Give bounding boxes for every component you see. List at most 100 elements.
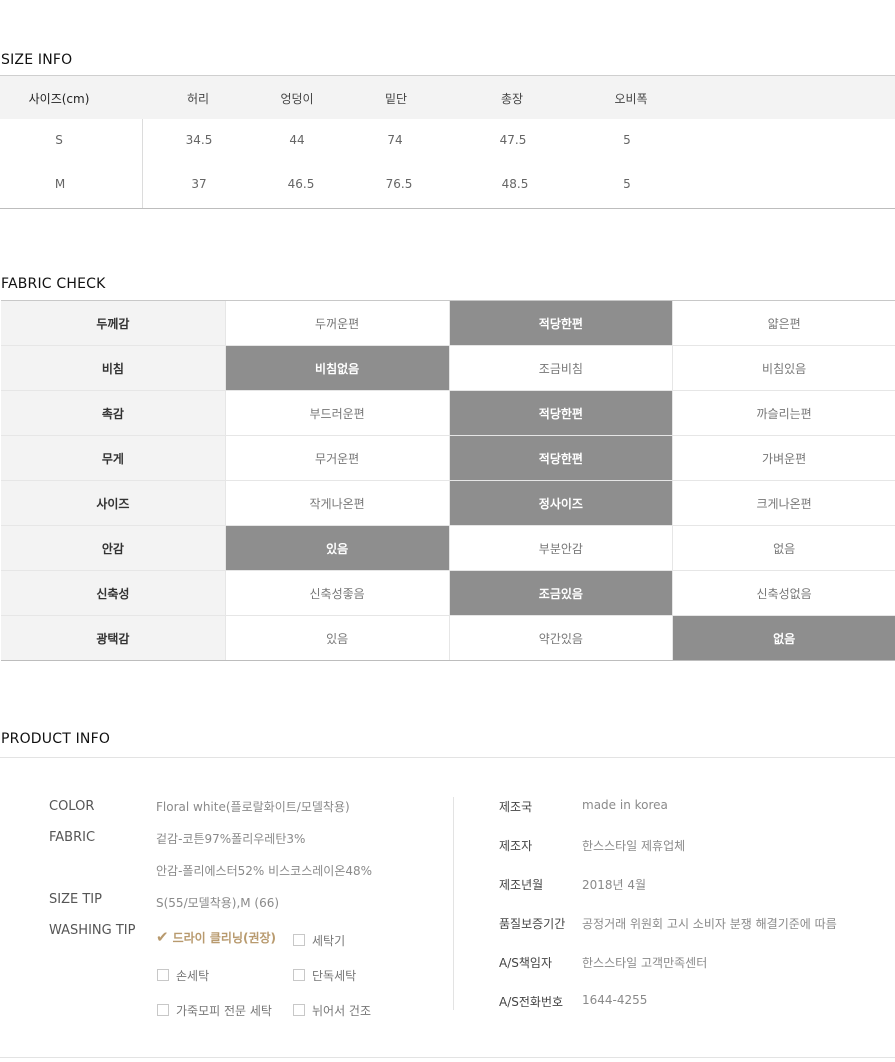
warranty-label: 품질보증기간	[499, 917, 566, 931]
size-cell: S	[55, 133, 63, 147]
fabric-option: 두꺼운편	[226, 301, 450, 345]
fabric-row: 신축성 신축성좋음 조금있음 신축성없음	[1, 570, 895, 615]
fabric-option-selected: 없음	[673, 616, 895, 660]
fabric-option: 무거운편	[226, 436, 450, 480]
fabric-row-label: 촉감	[1, 391, 226, 435]
origin-value: made in korea	[582, 798, 668, 812]
fabric-row: 무게 무거운편 적당한편 가벼운편	[1, 435, 895, 480]
fabric-row: 사이즈 작게나온편 정사이즈 크게나온편	[1, 480, 895, 525]
manufacture-date-value: 2018년 4월	[582, 878, 647, 892]
as-phone-label: A/S전화번호	[499, 995, 564, 1009]
size-table-header: 사이즈(cm) 허리 엉덩이 밑단 총장 오비폭	[0, 76, 895, 119]
fabric-option-selected: 적당한편	[449, 301, 674, 345]
as-manager-label: A/S책임자	[499, 956, 552, 970]
checkbox-empty-icon	[157, 1004, 169, 1016]
washing-dry-cleaning: ✔ 드라이 클리닝(권장)	[156, 928, 276, 946]
size-info-title: SIZE INFO	[1, 52, 73, 68]
fabric-row-label: 비침	[1, 346, 226, 390]
checkmark-icon: ✔	[156, 928, 169, 946]
fabric-row: 촉감 부드러운편 적당한편 까슬리는편	[1, 390, 895, 435]
size-cell: 47.5	[499, 133, 527, 147]
origin-label: 제조국	[499, 800, 533, 814]
washing-flat-dry: 뉘어서 건조	[293, 1002, 371, 1019]
manufacturer-value: 한스스타일 제휴업체	[582, 839, 686, 853]
fabric-option-selected: 있음	[225, 526, 450, 570]
color-value: Floral white(플로랄화이트/모델착용)	[156, 800, 350, 814]
fabric-option: 신축성없음	[756, 586, 812, 601]
table-row: S 34.5 44 74 47.5 5	[0, 119, 895, 163]
washing-separate-label: 단독세탁	[312, 969, 357, 983]
size-cell: 48.5	[501, 177, 529, 191]
manufacturer-label: 제조자	[499, 839, 533, 853]
washing-hand: 손세탁	[157, 967, 209, 984]
size-cell: 46.5	[287, 177, 315, 191]
fabric-option: 부분안감	[450, 526, 674, 570]
fabric-option: 비침있음	[762, 361, 807, 376]
fabric-option: 까슬리는편	[756, 406, 812, 421]
washing-separate: 단독세탁	[293, 967, 356, 984]
size-header-cell: 허리	[186, 92, 210, 106]
fabric-row: 두께감 두꺼운편 적당한편 얇은편	[1, 301, 895, 345]
size-cell: 76.5	[385, 177, 413, 191]
washing-hand-label: 손세탁	[176, 969, 210, 983]
product-info-title: PRODUCT INFO	[1, 731, 111, 747]
fabric-row-label: 무게	[1, 436, 226, 480]
size-cell: 5	[623, 177, 631, 191]
size-cell: 44	[289, 133, 305, 147]
size-tip-value: S(55/모델착용),M (66)	[156, 896, 280, 910]
size-header-cell: 밑단	[384, 92, 408, 106]
color-label: COLOR	[49, 799, 95, 814]
fabric-option: 조금비침	[450, 346, 674, 390]
checkbox-empty-icon	[293, 969, 305, 981]
fabric-value-outer: 겉감-코튼97%폴리우레탄3%	[156, 832, 306, 846]
fabric-row: 비침 비침없음 조금비침 비침있음	[1, 345, 895, 390]
washing-flat-dry-label: 뉘어서 건조	[312, 1004, 372, 1018]
fabric-label: FABRIC	[49, 830, 96, 845]
warranty-value: 공정거래 위원회 고시 소비자 분쟁 해결기준에 따름	[582, 917, 837, 931]
fabric-option-selected: 적당한편	[449, 391, 674, 435]
fabric-option-selected: 적당한편	[449, 436, 674, 480]
size-cell: 37	[191, 177, 207, 191]
fabric-check-table: 두께감 두꺼운편 적당한편 얇은편 비침 비침없음 조금비침 비침있음 촉감 부드러운편 적당한편 까…	[1, 300, 895, 661]
fabric-option-selected: 비침없음	[225, 346, 450, 390]
washing-leather: 가죽모피 전문 세탁	[157, 1002, 272, 1019]
fabric-option-selected: 정사이즈	[449, 481, 674, 525]
fabric-option: 얇은편	[767, 316, 801, 331]
fabric-row: 안감 있음 부분안감 없음	[1, 525, 895, 570]
checkbox-empty-icon	[293, 1004, 305, 1016]
size-table: 사이즈(cm) 허리 엉덩이 밑단 총장 오비폭 S 34.5 44 74 47…	[0, 75, 895, 209]
washing-dry-cleaning-label: 드라이 클리닝(권장)	[172, 931, 277, 945]
divider	[453, 797, 454, 1010]
fabric-option: 가벼운편	[762, 451, 807, 466]
size-header-cell: 엉덩이	[280, 92, 314, 106]
fabric-row-label: 사이즈	[1, 481, 226, 525]
size-header-cell: 사이즈(cm)	[28, 92, 90, 106]
fabric-option: 없음	[773, 541, 796, 556]
size-header-cell: 총장	[500, 92, 524, 106]
fabric-option: 신축성좋음	[226, 571, 450, 615]
fabric-row-label: 신축성	[1, 571, 226, 615]
fabric-option-selected: 조금있음	[449, 571, 674, 615]
fabric-row-label: 안감	[1, 526, 226, 570]
fabric-option: 작게나온편	[226, 481, 450, 525]
washing-leather-label: 가죽모피 전문 세탁	[176, 1004, 272, 1018]
washing-machine: 세탁기	[293, 932, 345, 949]
checkbox-empty-icon	[293, 934, 305, 946]
as-manager-value: 한스스타일 고객만족센터	[582, 956, 708, 970]
fabric-row: 광택감 있음 약간있음 없음	[1, 615, 895, 660]
washing-machine-label: 세탁기	[312, 934, 346, 948]
fabric-value-lining: 안감-폴리에스터52% 비스코스레이온48%	[156, 864, 373, 878]
fabric-option: 있음	[226, 616, 450, 660]
fabric-option: 약간있음	[450, 616, 674, 660]
divider	[0, 757, 895, 758]
fabric-option: 부드러운편	[226, 391, 450, 435]
manufacture-date-label: 제조년월	[499, 878, 544, 892]
fabric-option: 크게나온편	[756, 496, 812, 511]
washing-tip-label: WASHING TIP	[49, 923, 136, 938]
size-cell: 34.5	[185, 133, 213, 147]
as-phone-value: 1644-4255	[582, 993, 648, 1007]
size-cell: 5	[623, 133, 631, 147]
fabric-row-label: 광택감	[1, 616, 226, 660]
divider	[142, 119, 143, 208]
divider	[0, 1057, 895, 1058]
